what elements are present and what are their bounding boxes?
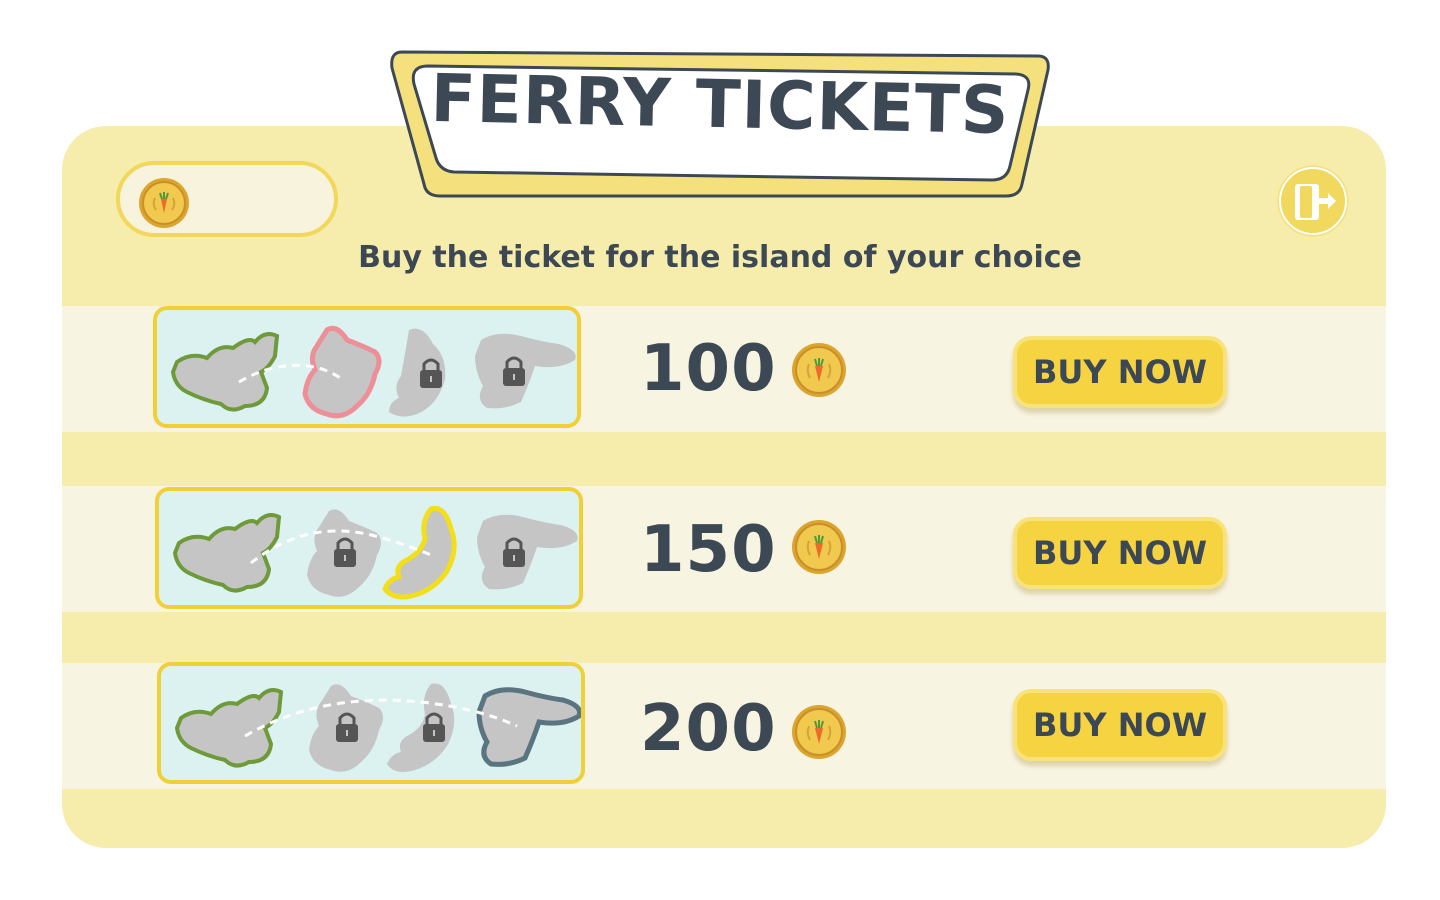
page-title: FERRY TICKETS [429, 59, 1011, 150]
buy-now-button[interactable]: BUY NOW [1013, 689, 1227, 761]
exit-button[interactable] [1274, 162, 1352, 240]
carrot-coin-icon [139, 178, 189, 228]
route-map-graphic [172, 505, 578, 600]
route-map-1[interactable] [153, 306, 581, 428]
subtitle: Buy the ticket for the island of your ch… [358, 240, 1082, 275]
route-map-graphic [174, 683, 581, 772]
ticket-price: 150 [640, 513, 777, 587]
route-map-graphic [170, 325, 576, 419]
carrot-coin-icon [792, 520, 846, 574]
coin-balance [116, 161, 338, 237]
route-map-3[interactable] [157, 662, 585, 784]
carrot-coin-icon [792, 343, 846, 397]
route-map-2[interactable] [155, 487, 583, 609]
buy-now-button[interactable]: BUY NOW [1013, 336, 1227, 408]
ticket-price: 200 [640, 692, 777, 766]
ferry-tickets-screen: FERRY TICKETS Buy the ticket for the isl… [0, 0, 1440, 900]
buy-now-button[interactable]: BUY NOW [1013, 517, 1227, 589]
carrot-coin-icon [792, 705, 846, 759]
ticket-price: 100 [640, 332, 777, 406]
